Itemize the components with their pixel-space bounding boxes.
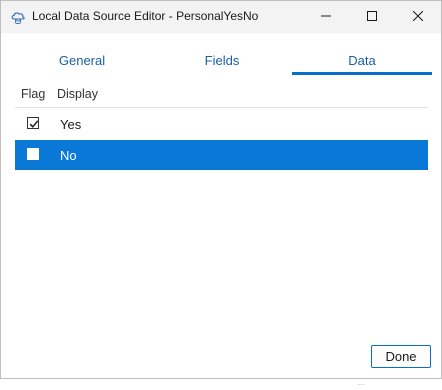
minimize-button[interactable]	[303, 1, 349, 33]
flag-checkbox[interactable]	[27, 148, 39, 160]
dialog-window: Local Data Source Editor - PersonalYesNo…	[0, 0, 442, 386]
maximize-icon	[367, 8, 377, 26]
resize-grip-icon[interactable]	[357, 372, 365, 386]
maximize-button[interactable]	[349, 1, 395, 33]
active-tab-indicator	[292, 72, 432, 75]
minimize-icon	[321, 8, 331, 26]
flag-checkbox[interactable]	[27, 117, 39, 129]
tab-fields[interactable]: Fields	[155, 45, 289, 75]
display-cell: Yes	[60, 117, 82, 132]
title-bar[interactable]: Local Data Source Editor - PersonalYesNo	[1, 1, 441, 33]
column-header-display[interactable]: Display	[57, 87, 98, 101]
close-button[interactable]	[395, 1, 441, 33]
display-cell: No	[60, 148, 77, 163]
close-icon	[412, 8, 424, 26]
column-header-flag[interactable]: Flag	[21, 87, 45, 101]
grid-header: Flag Display	[15, 85, 428, 108]
table-row[interactable]: Yes	[15, 109, 428, 139]
table-row-selected[interactable]: No	[15, 140, 428, 170]
checkmark-icon	[29, 120, 39, 128]
tab-data[interactable]: Data	[292, 45, 432, 75]
tab-general[interactable]: General	[15, 45, 149, 75]
done-button[interactable]: Done	[371, 345, 431, 368]
cloud-database-icon	[10, 9, 26, 25]
window-title: Local Data Source Editor - PersonalYesNo	[32, 9, 259, 23]
